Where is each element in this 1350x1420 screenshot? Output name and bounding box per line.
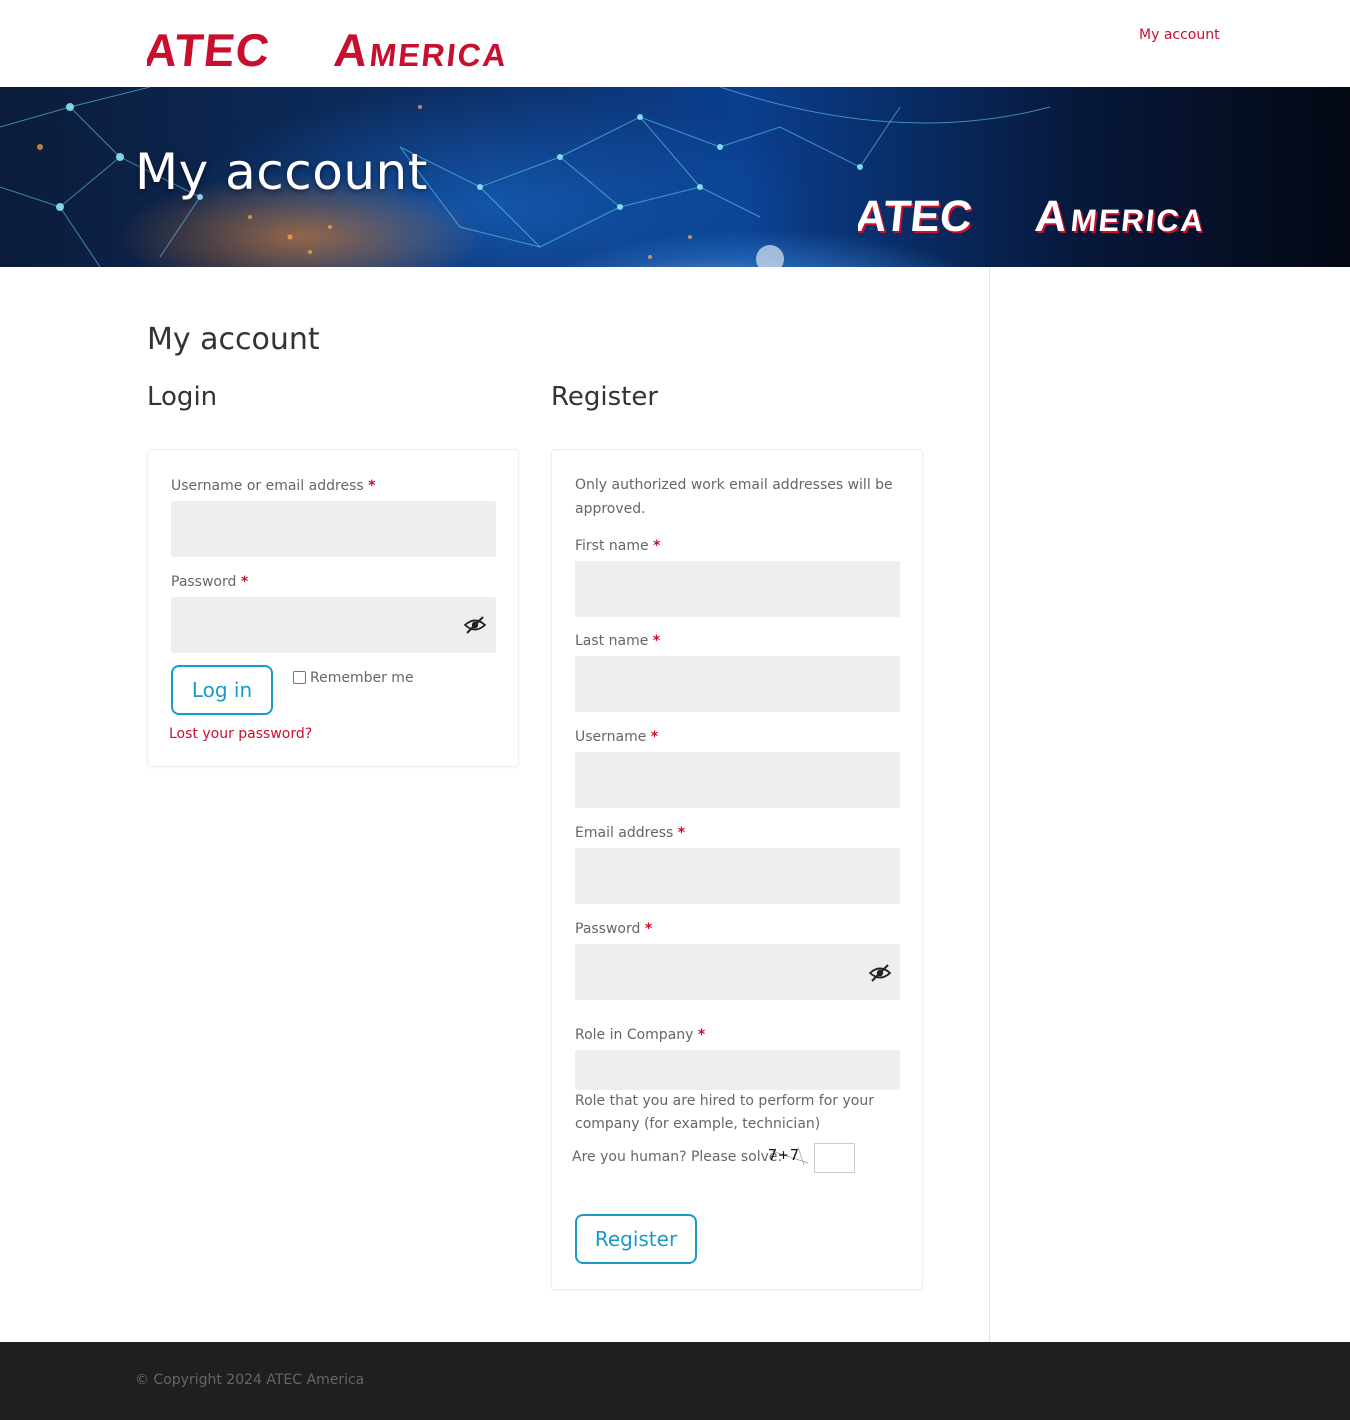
page-title: My account xyxy=(147,322,320,357)
captcha-answer-input[interactable] xyxy=(814,1143,855,1173)
sidebar-divider xyxy=(989,267,990,1342)
role-label-text: Role in Company xyxy=(575,1027,694,1043)
username-label-text: Username or email address xyxy=(171,478,364,494)
remember-me-checkbox[interactable] xyxy=(293,671,306,684)
lost-password-link[interactable]: Lost your password? xyxy=(169,726,312,742)
required-mark: * xyxy=(644,921,653,937)
svg-text:ATEC: ATEC xyxy=(858,192,974,237)
register-button[interactable]: Register xyxy=(575,1214,697,1264)
login-button[interactable]: Log in xyxy=(171,665,273,715)
role-input[interactable] xyxy=(575,1050,900,1090)
role-help-text: Role that you are hired to perform for y… xyxy=(575,1093,874,1132)
first-name-label-text: First name xyxy=(575,538,649,554)
login-form: Username or email address * Password * L… xyxy=(147,449,519,767)
last-name-label: Last name * xyxy=(575,633,660,649)
role-label: Role in Company * xyxy=(575,1027,705,1043)
svg-text:MERICA: MERICA xyxy=(1069,203,1207,237)
required-mark: * xyxy=(368,478,376,494)
captcha-text: 7+7 xyxy=(768,1146,801,1164)
register-username-input[interactable] xyxy=(575,752,900,808)
remember-me-label: Remember me xyxy=(310,670,414,686)
register-username-label-text: Username xyxy=(575,729,647,745)
login-username-input[interactable] xyxy=(171,501,496,557)
email-input[interactable] xyxy=(575,848,900,904)
required-mark: * xyxy=(652,633,661,649)
hero-atec-america-logo: ATEC ATEC A A MERICA MERICA xyxy=(858,192,1209,237)
hero-banner: My account ATEC ATEC A A MERICA MERICA xyxy=(0,87,1350,267)
atec-america-logo[interactable]: ATEC A MERICA xyxy=(147,24,549,72)
login-password-label: Password * xyxy=(171,574,248,590)
show-register-password-icon[interactable] xyxy=(869,964,891,982)
email-label-text: Email address xyxy=(575,825,674,841)
copyright-text: © Copyright 2024 ATEC America xyxy=(135,1372,365,1388)
login-password-input[interactable] xyxy=(171,597,496,653)
site-footer: © Copyright 2024 ATEC America xyxy=(0,1342,1350,1420)
last-name-label-text: Last name xyxy=(575,633,649,649)
register-username-label: Username * xyxy=(575,729,658,745)
register-password-input[interactable] xyxy=(575,944,900,1000)
register-heading: Register xyxy=(551,382,659,412)
required-mark: * xyxy=(650,729,659,745)
hero-title: My account xyxy=(135,143,428,201)
required-mark: * xyxy=(653,538,661,554)
required-mark: * xyxy=(240,574,249,590)
required-mark: * xyxy=(697,1027,706,1043)
nav-my-account[interactable]: My account xyxy=(1139,27,1220,43)
register-form: Only authorized work email addresses wil… xyxy=(551,449,923,1290)
first-name-label: First name * xyxy=(575,538,660,554)
svg-text:MERICA: MERICA xyxy=(368,37,510,72)
register-password-label-text: Password xyxy=(575,921,641,937)
first-name-input[interactable] xyxy=(575,561,900,617)
main-content: My account Login Username or email addre… xyxy=(0,267,1350,1342)
email-label: Email address * xyxy=(575,825,685,841)
captcha-image: 7+7 xyxy=(768,1146,809,1166)
register-notice: Only authorized work email addresses wil… xyxy=(575,477,893,517)
svg-text:ATEC: ATEC xyxy=(147,24,273,72)
login-heading: Login xyxy=(147,382,218,412)
site-header: ATEC A MERICA My account xyxy=(0,0,1350,87)
svg-text:A: A xyxy=(332,24,371,72)
svg-text:A: A xyxy=(1033,192,1070,237)
username-label: Username or email address * xyxy=(171,478,375,494)
required-mark: * xyxy=(677,825,686,841)
login-password-label-text: Password xyxy=(171,574,237,590)
last-name-input[interactable] xyxy=(575,656,900,712)
show-password-icon[interactable] xyxy=(464,616,486,634)
register-password-label: Password * xyxy=(575,921,652,937)
captcha-label: Are you human? Please solve: xyxy=(572,1149,783,1165)
